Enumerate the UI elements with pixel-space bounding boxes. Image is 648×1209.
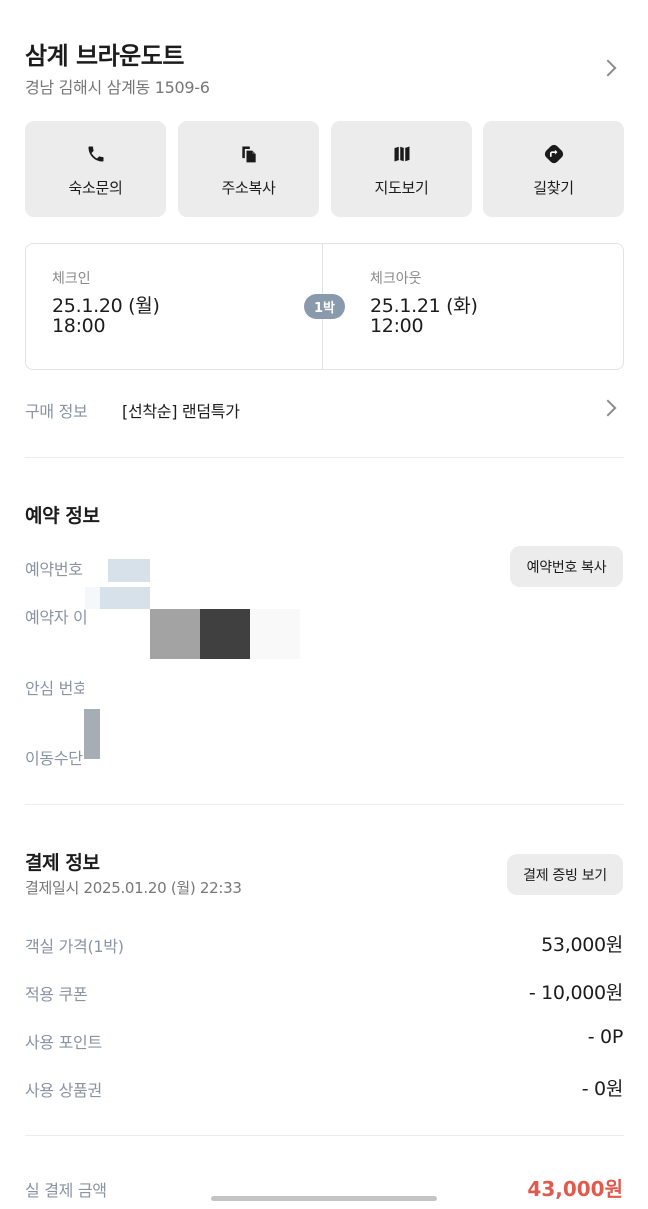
copy-icon	[178, 143, 319, 165]
gift-card-value: - 0원	[581, 1078, 624, 1100]
reservation-number-label: 예약번호	[25, 560, 83, 579]
purchase-label: 구매 정보	[25, 402, 88, 421]
redaction-block	[150, 609, 200, 659]
coupon-value: - 10,000원	[528, 982, 623, 1004]
redaction-block	[85, 587, 100, 609]
divider	[25, 457, 624, 458]
checkin-label: 체크인	[52, 271, 91, 287]
points-label: 사용 포인트	[25, 1033, 102, 1052]
chevron-right-icon[interactable]	[599, 399, 617, 417]
payment-datetime: 결제일시 2025.01.20 (월) 22:33	[25, 879, 242, 897]
copy-address-label: 주소복사	[221, 179, 276, 197]
checkout-date: 25.1.21 (화)	[370, 295, 478, 317]
hotel-address: 경남 김해시 삼계동 1509-6	[25, 78, 210, 97]
redaction-block	[84, 709, 100, 759]
checkin-time: 18:00	[52, 315, 106, 337]
home-indicator[interactable]	[211, 1196, 437, 1201]
total-label: 실 결제 금액	[25, 1181, 107, 1200]
payment-receipt-button[interactable]: 결제 증빙 보기	[507, 854, 623, 895]
directions-button[interactable]: 길찾기	[483, 121, 624, 217]
room-price-label: 객실 가격(1박)	[25, 937, 124, 956]
points-value: - 0P	[587, 1026, 624, 1048]
copy-address-button[interactable]: 주소복사	[178, 121, 319, 217]
map-icon	[331, 143, 472, 165]
map-label: 지도보기	[374, 179, 429, 197]
hotel-name: 삼계 브라운도트	[25, 42, 184, 70]
room-price-value: 53,000원	[541, 934, 623, 956]
checkin-date: 25.1.20 (월)	[52, 295, 160, 317]
gift-card-label: 사용 상품권	[25, 1081, 102, 1100]
inquiry-label: 숙소문의	[68, 179, 123, 197]
map-button[interactable]: 지도보기	[331, 121, 472, 217]
purchase-value[interactable]: [선착순] 랜덤특가	[122, 398, 240, 422]
copy-reservation-number-button[interactable]: 예약번호 복사	[510, 546, 623, 587]
inquiry-button[interactable]: 숙소문의	[25, 121, 166, 217]
redaction-block	[84, 673, 87, 695]
divider	[25, 1135, 624, 1136]
redaction-block	[250, 609, 300, 659]
redaction-block	[100, 587, 150, 609]
phone-icon	[25, 143, 166, 165]
checkout-time: 12:00	[370, 315, 424, 337]
redaction-block	[200, 609, 250, 659]
transport-label: 이동수단	[25, 749, 83, 768]
chevron-right-icon[interactable]	[599, 59, 617, 77]
directions-icon	[483, 143, 624, 165]
directions-label: 길찾기	[533, 179, 574, 197]
total-value: 43,000원	[527, 1177, 623, 1201]
booker-label: 예약자 이	[25, 608, 88, 627]
nights-badge: 1박	[304, 294, 345, 319]
redaction-block	[108, 559, 150, 582]
payment-title: 결제 정보	[25, 852, 100, 874]
checkout-label: 체크아웃	[370, 271, 422, 287]
coupon-label: 적용 쿠폰	[25, 985, 88, 1004]
safe-number-label: 안심 번호	[25, 679, 88, 698]
reservation-title: 예약 정보	[25, 505, 100, 527]
divider	[25, 804, 624, 805]
